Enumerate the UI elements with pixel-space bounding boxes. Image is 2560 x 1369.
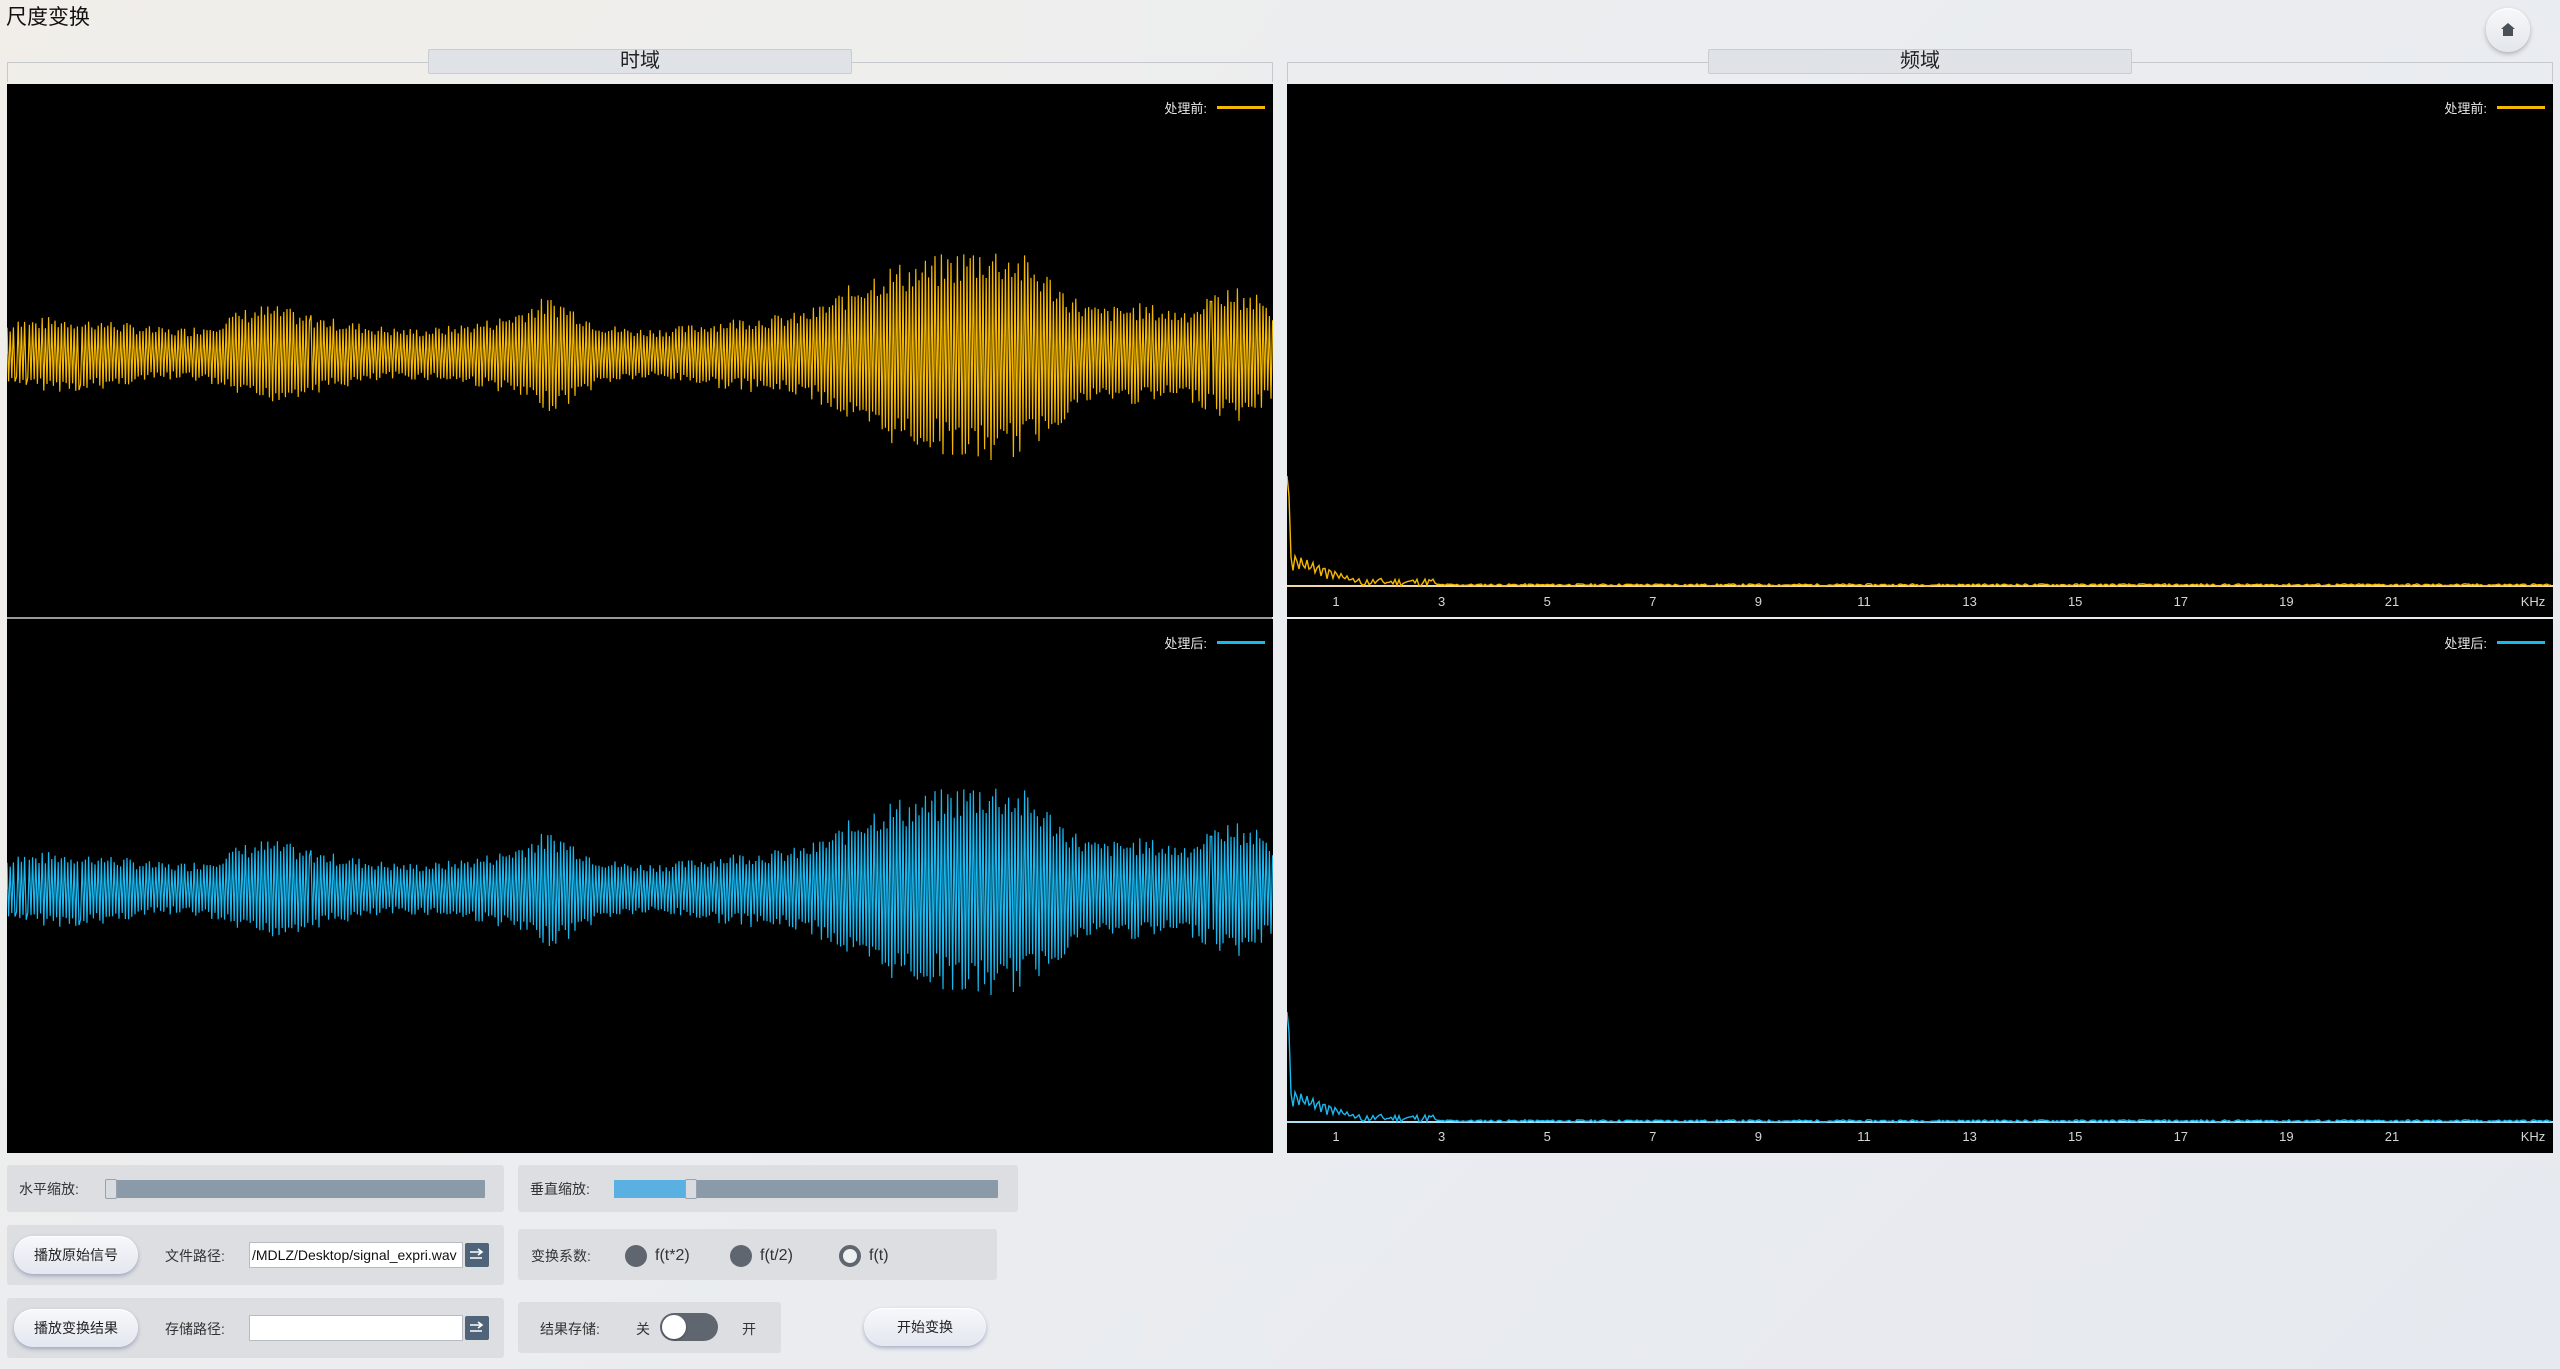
coef-box: 变换系数: f(t*2) f(t/2) f(t) (518, 1229, 997, 1280)
result-save-box: 结果存储: 关 开 (518, 1302, 781, 1353)
spectrum-before (1287, 475, 2553, 588)
result-save-toggle[interactable] (660, 1313, 718, 1341)
start-transform-button[interactable]: 开始变换 (864, 1308, 986, 1346)
file-path-input[interactable]: /MDLZ/Desktop/signal_expri.wav (249, 1242, 463, 1268)
arrow-right-icon (470, 1248, 484, 1259)
freq-tick-label: 21 (2384, 594, 2400, 609)
freq-domain-header: 频域 (1708, 49, 2132, 74)
save-path-label: 存储路径: (165, 1321, 225, 1337)
arrow-right-icon (470, 1321, 484, 1332)
freq-tick-label: 21 (2384, 1129, 2400, 1144)
radio-coef-identity[interactable] (839, 1245, 861, 1267)
freq-tick-label: 1 (1332, 1129, 1340, 1144)
freq-tick-label: 19 (2279, 1129, 2294, 1144)
freq-tick-label: 5 (1543, 1129, 1551, 1144)
save-browse-button[interactable] (465, 1316, 489, 1340)
file-browse-button[interactable] (465, 1243, 489, 1267)
freq-tick-label: 7 (1649, 1129, 1657, 1144)
play-original-button[interactable]: 播放原始信号 (14, 1236, 138, 1274)
home-button[interactable] (2486, 8, 2530, 52)
v-zoom-label: 垂直缩放: (530, 1181, 590, 1197)
freq-plot-before: 处理前: 1 3 5 7 9 11 13 15 17 19 21 KHz (1287, 84, 2553, 617)
freq-tick-label: 9 (1754, 594, 1763, 609)
freq-tick-label: 13 (1962, 1129, 1977, 1144)
freq-tick-label: 17 (2173, 1129, 2189, 1144)
freq-tick-label: 19 (2279, 594, 2294, 609)
v-zoom-handle[interactable] (685, 1179, 697, 1199)
freq-tick-label: 11 (1857, 594, 1871, 609)
result-save-off-label: 关 (636, 1321, 650, 1337)
radio-coef-half[interactable] (730, 1245, 752, 1267)
freq-tick-label: 9 (1754, 1129, 1763, 1144)
result-save-toggle-knob (662, 1315, 686, 1339)
waveform-after (7, 788, 1273, 996)
time-plot-after: 处理后: (7, 619, 1273, 1153)
freq-plot-after: 处理后: 1 3 5 7 9 11 13 15 17 19 21 KHz (1287, 619, 2553, 1153)
h-zoom-handle[interactable] (105, 1179, 117, 1199)
file-path-label: 文件路径: (165, 1248, 225, 1264)
spectrum-after (1287, 1011, 2553, 1124)
waveform-before (7, 253, 1273, 461)
play-result-button[interactable]: 播放变换结果 (14, 1309, 138, 1347)
v-zoom-slider[interactable] (614, 1179, 998, 1199)
time-domain-header: 时域 (428, 49, 852, 74)
v-zoom-fill (614, 1180, 691, 1198)
freq-unit-label: KHz (2520, 1129, 2546, 1144)
time-plot-before: 处理前: (7, 84, 1273, 617)
home-icon (2501, 23, 2515, 36)
result-save-on-label: 开 (742, 1321, 756, 1337)
freq-unit-label: KHz (2520, 594, 2546, 609)
file-row-box: 播放原始信号 文件路径: /MDLZ/Desktop/signal_expri.… (7, 1225, 504, 1285)
freq-tick-label: 3 (1437, 594, 1446, 609)
coef-label: 变换系数: (531, 1248, 591, 1264)
freq-tick-label: 11 (1857, 1129, 1871, 1144)
freq-tick-label: 3 (1437, 1129, 1446, 1144)
v-zoom-box: 垂直缩放: (518, 1165, 1018, 1212)
freq-tick-label: 5 (1543, 594, 1551, 609)
freq-tick-label: 15 (2067, 594, 2083, 609)
app-title: 尺度变换 (6, 6, 90, 29)
h-zoom-slider[interactable] (105, 1179, 485, 1199)
file-path-value: /MDLZ/Desktop/signal_expri.wav (252, 1247, 457, 1263)
radio-coef-identity-label: f(t) (869, 1247, 889, 1264)
radio-coef-double-label: f(t*2) (655, 1247, 690, 1264)
h-zoom-box: 水平缩放: (7, 1165, 504, 1212)
result-save-label: 结果存储: (540, 1321, 600, 1337)
freq-tick-label: 1 (1332, 594, 1340, 609)
save-row-box: 播放变换结果 存储路径: (7, 1298, 504, 1358)
freq-tick-label: 7 (1649, 594, 1657, 609)
freq-tick-label: 13 (1962, 594, 1977, 609)
freq-tick-label: 15 (2067, 1129, 2083, 1144)
h-zoom-label: 水平缩放: (19, 1181, 79, 1197)
freq-tick-label: 17 (2173, 594, 2189, 609)
save-path-input[interactable] (249, 1315, 463, 1341)
radio-coef-half-label: f(t/2) (760, 1247, 793, 1264)
radio-coef-double[interactable] (625, 1245, 647, 1267)
